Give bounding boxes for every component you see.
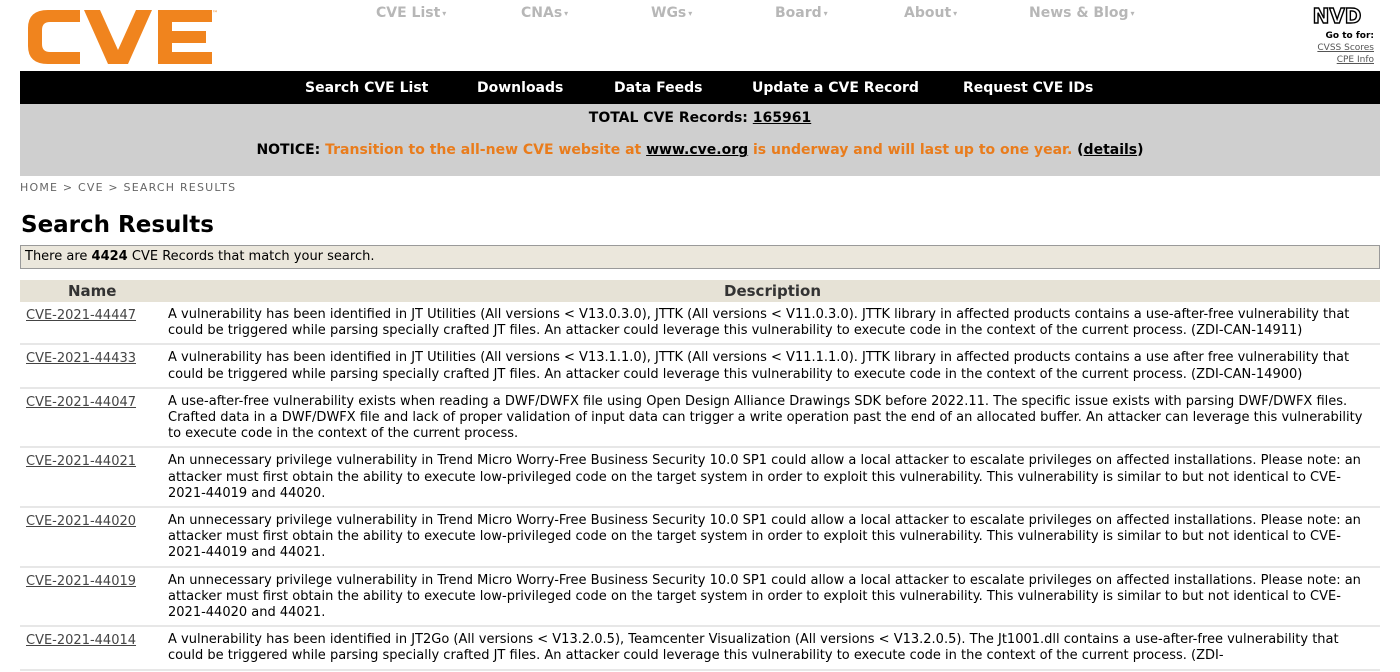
caret-down-icon: ▾: [688, 8, 693, 18]
nvd-cvss-scores-link[interactable]: CVSS Scores: [1317, 43, 1374, 53]
caret-down-icon: ▾: [1130, 8, 1135, 18]
table-row: CVE-2021-44433 A vulnerability has been …: [20, 345, 1380, 389]
nav-cve-list[interactable]: CVE List ▾: [376, 5, 446, 21]
cve-id-link[interactable]: CVE-2021-44014: [26, 633, 136, 648]
notice-label: NOTICE:: [256, 142, 321, 158]
svg-text:NVD: NVD: [1313, 4, 1362, 26]
table-row: CVE-2021-44021 An unnecessary privilege …: [20, 448, 1380, 509]
table-row: CVE-2021-44020 An unnecessary privilege …: [20, 508, 1380, 568]
nav-news-blog[interactable]: News & Blog ▾: [1029, 5, 1135, 21]
notice: NOTICE: Transition to the all-new CVE we…: [20, 142, 1380, 158]
info-band: TOTAL CVE Records: 165961 NOTICE: Transi…: [20, 104, 1380, 176]
cve-id-link[interactable]: CVE-2021-44019: [26, 574, 136, 589]
match-prefix: There are: [25, 249, 88, 264]
cve-description: An unnecessary privilege vulnerability i…: [168, 513, 1361, 561]
table-row: CVE-2021-44014 A vulnerability has been …: [20, 627, 1380, 671]
column-header-description: Description: [724, 282, 822, 300]
search-cve-list-link[interactable]: Search CVE List: [305, 80, 428, 96]
match-suffix: CVE Records that match your search.: [131, 249, 375, 264]
request-cve-ids-link[interactable]: Request CVE IDs: [963, 80, 1093, 96]
notice-text-b: is underway and will last up to one year…: [753, 142, 1073, 158]
total-records: TOTAL CVE Records: 165961: [20, 110, 1380, 126]
nav-board[interactable]: Board ▾: [775, 5, 828, 21]
downloads-link[interactable]: Downloads: [477, 80, 563, 96]
table-row: CVE-2021-44447 A vulnerability has been …: [20, 302, 1380, 346]
nav-cnas[interactable]: CNAs ▾: [521, 5, 568, 21]
cve-description: An unnecessary privilege vulnerability i…: [168, 453, 1361, 501]
table-header: Name Description: [20, 280, 1380, 302]
cve-id-link[interactable]: CVE-2021-44020: [26, 514, 136, 529]
data-feeds-link[interactable]: Data Feeds: [614, 80, 702, 96]
caret-down-icon: ▾: [442, 8, 447, 18]
table-row: CVE-2021-44047 A use-after-free vulnerab…: [20, 389, 1380, 449]
page-title: Search Results: [21, 212, 214, 238]
results-table: Name Description CVE-2021-44447 A vulner…: [20, 280, 1380, 671]
cve-description: A vulnerability has been identified in J…: [168, 307, 1350, 339]
column-header-name: Name: [68, 282, 117, 300]
match-count-box: There are 4424 CVE Records that match yo…: [20, 245, 1380, 269]
cve-id-link[interactable]: CVE-2021-44447: [26, 308, 136, 323]
nvd-cpe-info-link[interactable]: CPE Info: [1337, 55, 1374, 65]
details-link[interactable]: details: [1084, 142, 1138, 158]
cve-id-link[interactable]: CVE-2021-44433: [26, 351, 136, 366]
top-nav: CVE List ▾ CNAs ▾ WGs ▾ Board ▾ About ▾ News …: [0, 5, 1400, 25]
caret-down-icon: ▾: [564, 8, 569, 18]
details-close-paren: ): [1137, 142, 1144, 158]
cve-org-link[interactable]: www.cve.org: [646, 142, 748, 158]
total-records-count[interactable]: 165961: [753, 110, 811, 126]
table-row: CVE-2021-44019 An unnecessary privilege …: [20, 568, 1380, 628]
nvd-goto-label: Go to for:: [1325, 31, 1374, 41]
cve-description: An unnecessary privilege vulnerability i…: [168, 572, 1361, 621]
cve-id-link[interactable]: CVE-2021-44021: [26, 454, 136, 469]
notice-text-a: Transition to the all-new CVE website at: [325, 142, 642, 158]
update-cve-record-link[interactable]: Update a CVE Record: [752, 80, 919, 96]
cve-description: A vulnerability has been identified in J…: [168, 632, 1339, 664]
nav-about[interactable]: About ▾: [904, 5, 957, 21]
cve-description: A vulnerability has been identified in J…: [168, 350, 1350, 382]
nvd-logo[interactable]: NVD: [1298, 4, 1376, 26]
caret-down-icon: ▾: [953, 8, 958, 18]
match-count: 4424: [91, 249, 128, 264]
total-records-label: TOTAL CVE Records:: [588, 110, 748, 126]
nav-wgs[interactable]: WGs ▾: [651, 5, 692, 21]
caret-down-icon: ▾: [823, 8, 828, 18]
cve-description: A use-after-free vulnerability exists wh…: [168, 393, 1363, 442]
main-nav-bar: Search CVE List Downloads Data Feeds Upd…: [20, 71, 1380, 104]
cve-id-link[interactable]: CVE-2021-44047: [26, 395, 136, 410]
breadcrumb: HOME > CVE > SEARCH RESULTS: [20, 181, 237, 194]
